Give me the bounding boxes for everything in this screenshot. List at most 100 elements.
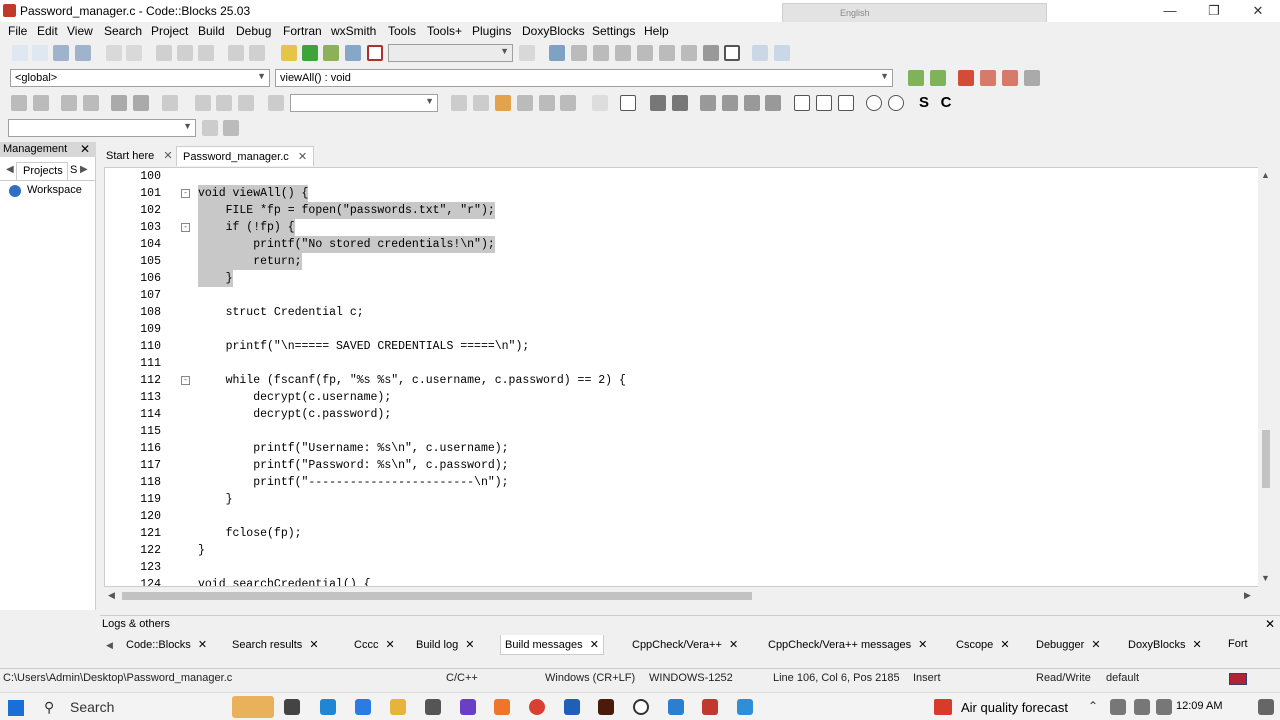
tab-scroll-right-icon[interactable]: ▶ <box>80 164 88 175</box>
code-line[interactable]: 111 <box>105 355 1265 372</box>
match-case-icon[interactable] <box>517 95 533 111</box>
menu-file[interactable]: File <box>8 24 27 38</box>
code-search-select[interactable]: ▼ <box>8 119 196 137</box>
menu-project[interactable]: Project <box>151 24 188 38</box>
open-file-icon[interactable] <box>32 45 48 61</box>
file-explorer-icon[interactable] <box>390 699 406 715</box>
pointer-icon[interactable] <box>592 95 608 111</box>
save-all-icon[interactable] <box>75 45 91 61</box>
search-settings-icon[interactable] <box>223 120 239 136</box>
tab-close-icon[interactable]: ✕ <box>163 150 172 162</box>
code-line[interactable]: 117 printf("Password: %s\n", c.password)… <box>105 457 1265 474</box>
scroll-right-icon[interactable]: ▶ <box>1244 590 1251 601</box>
chrome-icon[interactable] <box>529 699 545 715</box>
code-line[interactable]: 101 - void viewAll() { <box>105 185 1265 202</box>
taskbar-search-icon[interactable]: ⚲ <box>44 699 54 716</box>
tab-cppcheck-vera[interactable]: CppCheck/Vera++ ✕ <box>628 635 742 655</box>
tab-close-icon[interactable]: ✕ <box>1000 639 1009 651</box>
code-line[interactable]: 109 <box>105 321 1265 338</box>
tool-g-icon[interactable] <box>794 95 810 111</box>
build-and-run-icon[interactable] <box>323 45 339 61</box>
pause-icon[interactable] <box>703 45 719 61</box>
code-line[interactable]: 114 decrypt(c.password); <box>105 406 1265 423</box>
code-line[interactable]: 100 <box>105 168 1265 185</box>
code-line[interactable]: 115 <box>105 423 1265 440</box>
undo-icon[interactable] <box>106 45 122 61</box>
tab-close-icon[interactable]: ✕ <box>386 639 395 651</box>
code-line[interactable]: 103 - if (!fp) { <box>105 219 1265 236</box>
regex-icon[interactable] <box>539 95 555 111</box>
edge-icon[interactable] <box>320 699 336 715</box>
tab-close-icon[interactable]: ✕ <box>590 639 599 651</box>
tab-doxyblocks[interactable]: DoxyBlocks ✕ <box>1124 635 1206 655</box>
logs-close-icon[interactable]: ✕ <box>1265 617 1275 631</box>
vertical-scroll-thumb[interactable] <box>1262 430 1270 488</box>
highlight-icon[interactable] <box>495 95 511 111</box>
doxyblocks-extract-icon[interactable] <box>33 95 49 111</box>
search-back-icon[interactable] <box>451 95 467 111</box>
menu-view[interactable]: View <box>67 24 93 38</box>
menu-build[interactable]: Build <box>198 24 225 38</box>
run-html-icon[interactable] <box>111 95 127 111</box>
search-icon[interactable] <box>202 120 218 136</box>
clock[interactable]: 12:09 AM <box>1176 700 1222 712</box>
stop-debug-icon[interactable] <box>724 45 740 61</box>
teams-icon[interactable] <box>460 699 476 715</box>
find-icon[interactable] <box>228 45 244 61</box>
code-line[interactable]: 121 fclose(fp); <box>105 525 1265 542</box>
tab-debugger[interactable]: Debugger ✕ <box>1032 635 1105 655</box>
incremental-search-select[interactable]: ▼ <box>290 94 438 112</box>
build-icon[interactable] <box>281 45 297 61</box>
code-line[interactable]: 119 } <box>105 491 1265 508</box>
step-into-instruction-icon[interactable] <box>681 45 697 61</box>
vscode-icon[interactable] <box>668 699 684 715</box>
weather-text[interactable]: Air quality forecast <box>961 700 1068 715</box>
function-select[interactable]: viewAll() : void ▼ <box>275 69 893 87</box>
code-line[interactable]: 102 FILE *fp = fopen("passwords.txt", "r… <box>105 202 1265 219</box>
run-icon[interactable] <box>302 45 318 61</box>
clear-bookmarks-2-icon[interactable] <box>268 95 284 111</box>
code-line[interactable]: 113 decrypt(c.username); <box>105 389 1265 406</box>
copilot-icon[interactable] <box>355 699 371 715</box>
menu-wxsmith[interactable]: wxSmith <box>331 24 376 38</box>
step-out-icon[interactable] <box>637 45 653 61</box>
code-line[interactable]: 118 printf("------------------------\n")… <box>105 474 1265 491</box>
menu-plugins[interactable]: Plugins <box>472 24 511 38</box>
fold-toggle-icon[interactable]: - <box>181 189 190 198</box>
code-line[interactable]: 106 } <box>105 270 1265 287</box>
tab-search-results[interactable]: Search results ✕ <box>228 635 323 655</box>
debug-start-icon[interactable] <box>549 45 565 61</box>
next-line-icon[interactable] <box>593 45 609 61</box>
codeblocks-taskbar-icon[interactable] <box>702 699 718 715</box>
weather-icon[interactable] <box>934 699 952 715</box>
code-line[interactable]: 120 <box>105 508 1265 525</box>
clear-bookmarks-icon[interactable] <box>1024 70 1040 86</box>
save-icon[interactable] <box>53 45 69 61</box>
scroll-down-icon[interactable]: ▼ <box>1261 573 1270 583</box>
fold-toggle-icon[interactable]: - <box>181 376 190 385</box>
windows-start-icon[interactable] <box>8 700 24 716</box>
code-line[interactable]: 107 <box>105 287 1265 304</box>
tool-c-icon[interactable] <box>700 95 716 111</box>
jump-back-icon[interactable] <box>908 70 924 86</box>
close-button[interactable]: ✕ <box>1236 0 1280 22</box>
fold-toggle-icon[interactable]: - <box>181 223 190 232</box>
tab-close-icon[interactable]: ✕ <box>729 639 738 651</box>
menu-help[interactable]: Help <box>644 24 669 38</box>
maximize-button[interactable]: ❐ <box>1192 0 1236 22</box>
horizontal-scroll-thumb[interactable] <box>122 592 752 600</box>
zoom-out-icon[interactable] <box>888 95 904 111</box>
paste-icon[interactable] <box>198 45 214 61</box>
tab-close-icon[interactable]: ✕ <box>465 639 474 651</box>
tab-cccc[interactable]: Cccc ✕ <box>350 635 399 655</box>
tab-close-icon[interactable]: ✕ <box>298 151 307 163</box>
task-view-icon[interactable] <box>284 699 300 715</box>
tab-projects[interactable]: Projects <box>16 162 68 180</box>
tab-cscope[interactable]: Cscope ✕ <box>952 635 1014 655</box>
tab-fortran[interactable]: Fort <box>1224 635 1280 655</box>
tool-h-icon[interactable] <box>816 95 832 111</box>
debug-info-icon[interactable] <box>774 45 790 61</box>
redo-icon[interactable] <box>126 45 142 61</box>
new-file-icon[interactable] <box>12 45 28 61</box>
rebuild-icon[interactable] <box>345 45 361 61</box>
